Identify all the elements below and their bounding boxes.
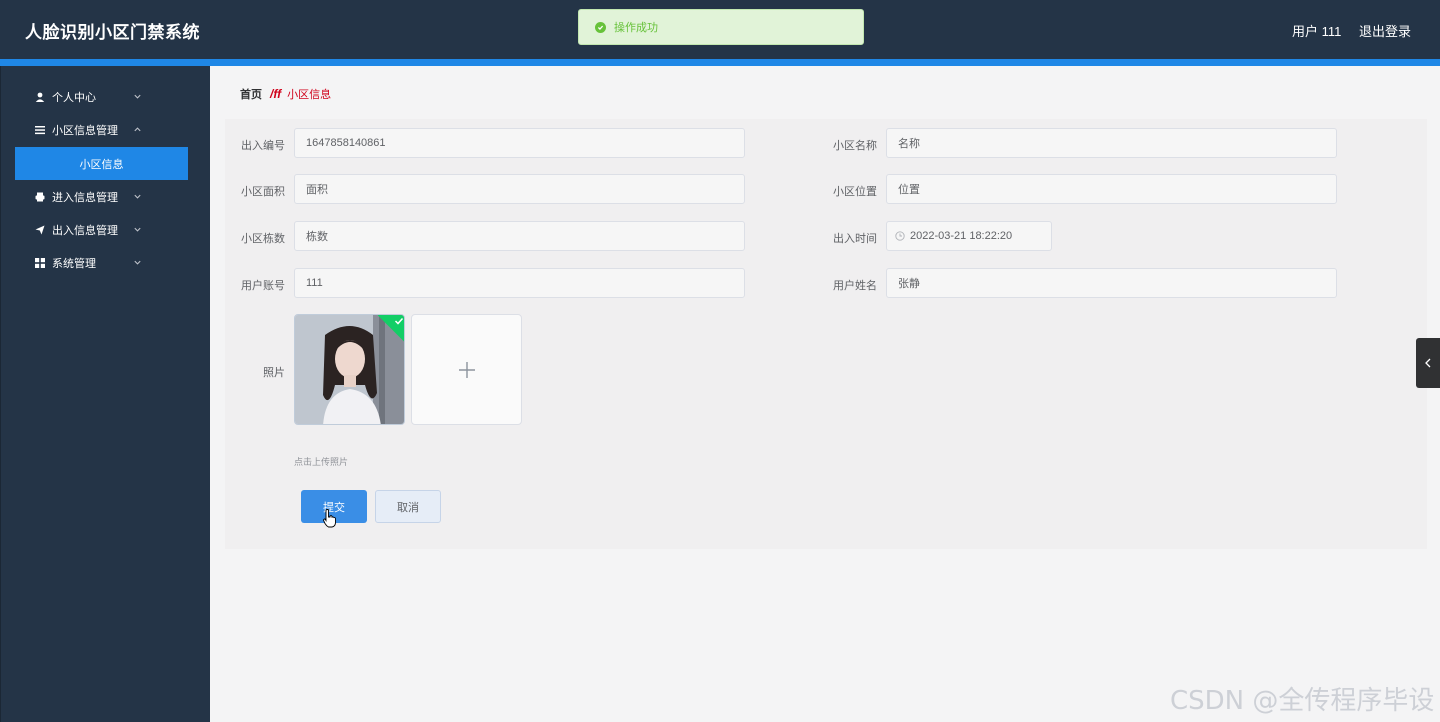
chevron-down-icon (134, 194, 141, 199)
name-field[interactable]: 名称 (886, 128, 1337, 158)
current-user: 用户 111 (1292, 24, 1342, 39)
sidebar-item-access-mgmt[interactable]: 出入信息管理 (1, 213, 188, 246)
logout-link[interactable]: 退出登录 (1359, 21, 1411, 40)
account-label: 用户账号 (241, 280, 285, 292)
sidebar-item-system-mgmt[interactable]: 系统管理 (1, 246, 188, 279)
buildings-label: 小区栋数 (241, 233, 285, 245)
name-label: 小区名称 (833, 140, 877, 152)
sidebar-item-label: 个人中心 (52, 91, 96, 104)
photo-upload-button[interactable] (411, 314, 522, 425)
uploaded-photo[interactable] (294, 314, 405, 425)
toast-message: 操作成功 (614, 22, 658, 34)
sidebar-item-label: 系统管理 (52, 257, 96, 270)
username-label: 用户姓名 (833, 280, 877, 292)
success-check-icon (595, 21, 606, 33)
sidebar-toggle-button[interactable] (1416, 338, 1440, 388)
hand-cursor-icon (323, 509, 336, 528)
sidebar-item-label: 进入信息管理 (52, 191, 118, 204)
chevron-left-icon (1425, 358, 1431, 368)
chevron-up-icon (134, 127, 141, 132)
list-icon (34, 124, 45, 135)
code-field[interactable]: 1647858140861 (294, 128, 745, 158)
location-label: 小区位置 (833, 186, 877, 198)
portrait-image (295, 315, 404, 424)
chevron-down-icon (134, 94, 141, 99)
sidebar-item-entry-mgmt[interactable]: 进入信息管理 (1, 180, 188, 213)
username-field[interactable]: 张静 (886, 268, 1337, 298)
sidebar-item-community-mgmt[interactable]: 小区信息管理 (1, 113, 188, 146)
area-field[interactable]: 面积 (294, 174, 745, 204)
sidebar-item-label: 小区信息管理 (52, 124, 118, 137)
time-label: 出入时间 (833, 233, 877, 245)
breadcrumb-separator: /ff (270, 87, 282, 101)
sidebar: 个人中心 小区信息管理 小区信息 进入信息管理 出入信息管理 系统管理 (0, 66, 210, 722)
breadcrumb-home[interactable]: 首页 (240, 86, 262, 102)
app-title: 人脸识别小区门禁系统 (25, 23, 200, 42)
photo-label: 照片 (263, 367, 285, 379)
chevron-down-icon (134, 260, 141, 265)
location-field[interactable]: 位置 (886, 174, 1337, 204)
watermark: CSDN @全传程序毕设 (1170, 686, 1435, 716)
send-icon (34, 224, 45, 235)
breadcrumb-current: 小区信息 (287, 89, 332, 101)
upload-tip: 点击上传照片 (294, 457, 349, 467)
buildings-field[interactable]: 栋数 (294, 221, 745, 251)
check-icon (394, 317, 404, 325)
clock-icon (895, 231, 905, 241)
cancel-button[interactable]: 取消 (375, 490, 441, 523)
grid-icon (34, 257, 45, 268)
sidebar-item-profile[interactable]: 个人中心 (1, 80, 188, 113)
area-label: 小区面积 (241, 186, 285, 198)
printer-icon (34, 191, 45, 202)
success-toast: 操作成功 (578, 9, 864, 45)
datetime-field[interactable]: 2022-03-21 18:22:20 (886, 221, 1052, 251)
sidebar-item-label: 小区信息 (79, 158, 124, 171)
plus-icon (458, 361, 475, 378)
accent-bar (0, 59, 1440, 66)
breadcrumb: 首页 /ff 小区信息 (240, 86, 331, 102)
sidebar-item-community-info[interactable]: 小区信息 (15, 147, 188, 180)
datetime-value: 2022-03-21 18:22:20 (910, 230, 1013, 242)
sidebar-item-label: 出入信息管理 (52, 224, 118, 237)
account-field[interactable]: 111 (294, 268, 745, 298)
user-icon (34, 91, 45, 102)
code-label: 出入编号 (241, 140, 285, 152)
chevron-down-icon (134, 227, 141, 232)
